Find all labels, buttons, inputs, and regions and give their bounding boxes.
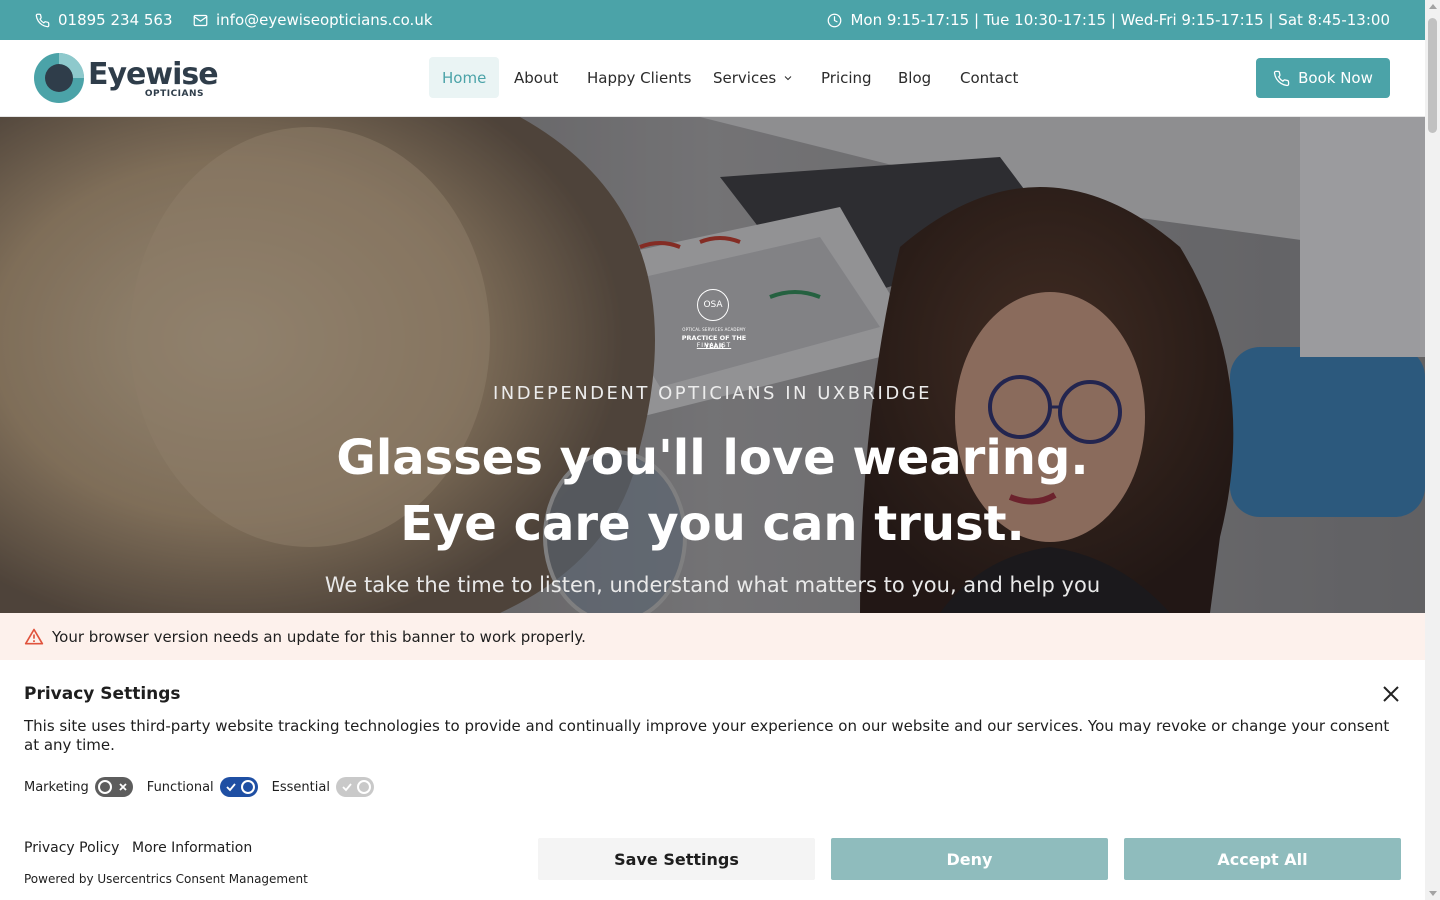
- marketing-toggle[interactable]: [94, 777, 133, 797]
- nav-about[interactable]: About: [514, 57, 558, 98]
- phone-icon: [35, 13, 50, 27]
- top-info-bar: 01895 234 563 info@eyewiseopticians.co.u…: [0, 0, 1425, 40]
- deny-button[interactable]: Deny: [831, 838, 1108, 880]
- mail-icon: [193, 14, 208, 26]
- email-link[interactable]: info@eyewiseopticians.co.uk: [193, 0, 433, 40]
- privacy-settings-title: Privacy Settings: [24, 684, 181, 704]
- save-settings-button[interactable]: Save Settings: [538, 838, 815, 880]
- scroll-up-arrow-icon[interactable]: [1429, 4, 1437, 9]
- eyewise-logo[interactable]: Eyewise OPTICIANS: [34, 52, 219, 104]
- warning-icon: [24, 628, 44, 644]
- hero-headline-line-1: Glasses you'll love wearing.: [336, 430, 1089, 486]
- opening-hours-text: Mon 9:15-17:15 | Tue 10:30-17:15 | Wed-F…: [850, 11, 1390, 29]
- toggle-knob: [356, 780, 371, 794]
- clock-icon: [828, 13, 842, 27]
- book-now-label: Book Now: [1298, 69, 1373, 87]
- nav-pricing[interactable]: Pricing: [821, 57, 872, 98]
- nav-home[interactable]: Home: [429, 57, 500, 98]
- award-finalist-text: FINALIST: [696, 342, 732, 349]
- email-address: info@eyewiseopticians.co.uk: [216, 11, 433, 29]
- nav-happy-clients[interactable]: Happy Clients: [587, 57, 691, 98]
- check-icon: [226, 783, 236, 792]
- browser-warning-banner: Your browser version needs an update for…: [0, 613, 1425, 660]
- page-scrollbar[interactable]: [1425, 0, 1440, 900]
- logo-eye-icon: [34, 53, 84, 103]
- award-seal-icon: OSA: [697, 289, 729, 321]
- logo-wordmark: Eyewise: [88, 57, 219, 92]
- hero-headline: Glasses you'll love wearing. Eye care yo…: [0, 425, 1425, 557]
- book-now-button[interactable]: Book Now: [1256, 58, 1390, 98]
- marketing-label: Marketing: [24, 779, 89, 795]
- check-icon: [342, 783, 352, 792]
- essential-toggle: [335, 777, 374, 797]
- hero-subtext: We take the time to listen, understand w…: [324, 573, 1101, 597]
- hero-section: OSA OPTICAL SERVICES ACADEMY PRACTICE OF…: [0, 117, 1425, 613]
- accept-all-button[interactable]: Accept All: [1124, 838, 1401, 880]
- phone-link[interactable]: 01895 234 563: [35, 0, 173, 40]
- more-information-link[interactable]: More Information: [132, 840, 252, 856]
- x-icon: [119, 783, 127, 791]
- main-navbar: Eyewise OPTICIANS Home About Happy Clien…: [0, 40, 1425, 117]
- essential-label: Essential: [271, 779, 330, 795]
- privacy-settings-panel: Privacy Settings This site uses third-pa…: [0, 660, 1425, 900]
- browser-warning-text: Your browser version needs an update for…: [52, 627, 586, 646]
- powered-by-text: Powered by Usercentrics Consent Manageme…: [24, 872, 308, 886]
- functional-toggle[interactable]: [219, 777, 258, 797]
- phone-number: 01895 234 563: [58, 11, 173, 29]
- privacy-policy-link[interactable]: Privacy Policy: [24, 840, 119, 856]
- privacy-description: This site uses third-party website track…: [24, 717, 1390, 754]
- hero-headline-line-2: Eye care you can trust.: [400, 496, 1025, 552]
- consent-toggles: Marketing Functional Essential: [24, 777, 388, 797]
- nav-contact[interactable]: Contact: [960, 57, 1018, 98]
- chevron-down-icon: [784, 75, 792, 80]
- close-button[interactable]: [1381, 684, 1401, 704]
- toggle-knob: [240, 780, 255, 794]
- logo-subtitle: OPTICIANS: [144, 89, 204, 99]
- hero-eyebrow: INDEPENDENT OPTICIANS IN UXBRIDGE: [492, 383, 933, 404]
- nav-services[interactable]: Services: [713, 57, 794, 98]
- close-icon: [1383, 686, 1399, 702]
- scrollbar-thumb[interactable]: [1428, 18, 1437, 133]
- toggle-knob: [97, 780, 112, 794]
- phone-icon: [1273, 70, 1290, 86]
- nav-services-label: Services: [713, 68, 777, 87]
- opening-hours: Mon 9:15-17:15 | Tue 10:30-17:15 | Wed-F…: [827, 0, 1390, 40]
- scroll-down-arrow-icon[interactable]: [1429, 891, 1437, 896]
- functional-label: Functional: [146, 779, 214, 795]
- osa-award-badge: OSA OPTICAL SERVICES ACADEMY PRACTICE OF…: [672, 289, 756, 351]
- award-academy-text: OPTICAL SERVICES ACADEMY: [682, 327, 746, 332]
- nav-blog[interactable]: Blog: [898, 57, 931, 98]
